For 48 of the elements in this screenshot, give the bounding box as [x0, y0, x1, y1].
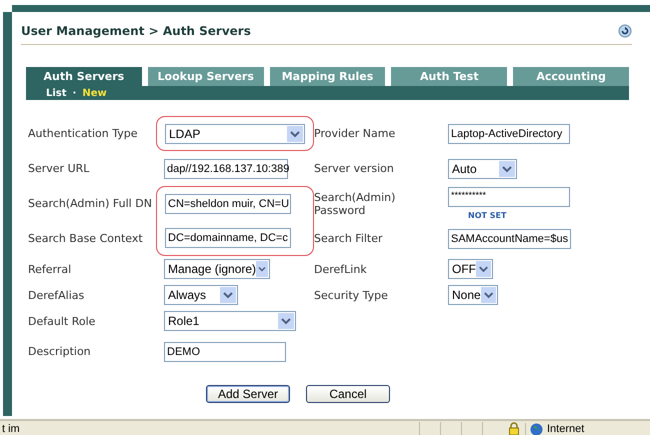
dropdown[interactable]: OFF: [448, 259, 493, 279]
field-label: Referral: [28, 262, 72, 276]
subnav-link[interactable]: List: [46, 88, 67, 98]
field-label: Server URL: [28, 162, 90, 175]
field-label: Server version: [314, 162, 394, 175]
chevron-down-icon: [256, 261, 268, 277]
field-label: Search(Admin) Full DN: [28, 197, 152, 210]
password-field[interactable]: **********: [448, 187, 570, 207]
status-text: t im: [2, 423, 21, 435]
subnav-link[interactable]: New: [82, 88, 107, 98]
input-field[interactable]: Laptop-ActiveDirectory: [448, 124, 570, 144]
chevron-down-icon: [476, 261, 491, 277]
input-field[interactable]: DC=domainname, DC=c: [165, 228, 291, 248]
dropdown[interactable]: Always: [164, 285, 238, 305]
dropdown[interactable]: LDAP: [165, 124, 305, 144]
password-status: NOT SET: [468, 211, 506, 220]
zone-label: Internet: [547, 423, 584, 435]
field-label: DerefAlias: [28, 288, 84, 302]
globe-icon: [530, 422, 543, 435]
input-field[interactable]: CN=sheldon muir, CN=U: [165, 194, 291, 214]
field-label: Search Filter: [314, 232, 383, 245]
field-label: Search Base Context: [28, 232, 143, 245]
input-field[interactable]: DEMO: [164, 342, 286, 362]
dropdown[interactable]: None: [448, 285, 498, 305]
chevron-down-icon: [499, 160, 515, 176]
input-field[interactable]: dap//192.168.137.10:389: [164, 158, 288, 178]
dropdown[interactable]: Manage (ignore): [164, 259, 270, 279]
cancel-button[interactable]: Cancel: [306, 385, 390, 403]
refresh-icon[interactable]: [618, 24, 632, 38]
chevron-down-icon: [287, 126, 303, 142]
tab[interactable]: Auth Servers: [26, 67, 142, 86]
dropdown[interactable]: Auto: [448, 158, 517, 178]
chevron-down-icon: [278, 313, 294, 329]
field-label: Search(Admin) Password: [314, 190, 396, 216]
field-label: Security Type: [314, 288, 388, 302]
page-title: User Management > Auth Servers: [21, 24, 251, 38]
add-button[interactable]: Add Server: [206, 385, 290, 403]
field-label: Description: [28, 345, 91, 358]
input-field[interactable]: SAMAccountName=$us: [448, 228, 571, 248]
field-label: Authentication Type: [28, 127, 138, 140]
field-label: DerefLink: [314, 262, 367, 276]
chevron-down-icon: [220, 287, 236, 303]
field-label: Default Role: [28, 314, 96, 328]
field-label: Provider Name: [314, 127, 396, 140]
dropdown[interactable]: Role1: [164, 311, 296, 331]
separator-dot: ·: [72, 88, 76, 98]
lock-icon: [507, 422, 521, 435]
chevron-down-icon: [480, 287, 496, 303]
